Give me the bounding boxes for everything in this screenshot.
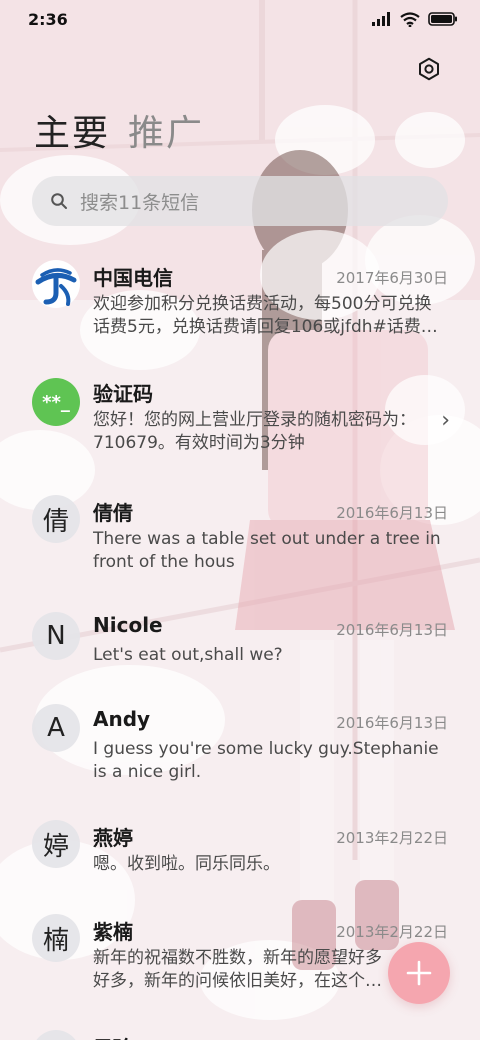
battery-icon: [428, 12, 457, 26]
avatar: 楠: [32, 914, 80, 962]
avatar: [32, 260, 80, 308]
tab-bar: 主要 推广: [34, 104, 204, 156]
conversation-preview: Let's eat out,shall we?: [93, 645, 283, 665]
avatar: [32, 1030, 80, 1040]
status-time: 2:36: [28, 9, 68, 29]
avatar: 倩: [32, 495, 80, 543]
avatar: 婷: [32, 820, 80, 868]
conversation-date: 2013年2月22日: [336, 829, 448, 847]
verification-avatar: **_: [32, 378, 80, 426]
telecom-logo-icon: [33, 261, 79, 307]
conversation-date: 2016年6月13日: [336, 621, 448, 639]
tab-primary[interactable]: 主要: [34, 104, 110, 156]
conversation-item[interactable]: N Nicole 2016年6月13日 Let's eat out,shall …: [0, 602, 480, 702]
avatar: A: [32, 704, 80, 752]
status-icons: [372, 11, 458, 27]
settings-button[interactable]: [414, 54, 444, 84]
conversation-item[interactable]: 中国电信 2017年6月30日 欢迎参加积分兑换话费活动，每500分可兑换话费5…: [0, 252, 480, 362]
conversation-preview: 嗯。收到啦。同乐同乐。: [93, 854, 280, 874]
conversation-name: Andy: [93, 707, 151, 731]
search-icon: [51, 193, 67, 209]
conversation-preview: 您好！您的网上营业厅登录的随机密码为：710679。有效时间为3分钟: [93, 410, 416, 453]
wifi-icon: [400, 11, 420, 27]
conversation-preview: 欢迎参加积分兑换话费活动，每500分可兑换话费5元，兑换话费请回复106或jfd…: [93, 294, 438, 337]
conversation-date: 2017年6月30日: [336, 269, 448, 287]
conversation-item[interactable]: 婷 燕婷 2013年2月22日 嗯。收到啦。同乐同乐。: [0, 810, 480, 910]
conversation-name: 中国电信: [93, 266, 173, 290]
conversation-date: 2013年2月22日: [336, 923, 448, 941]
conversation-preview: 新年的祝福数不胜数，新年的愿望好多好多，新年的问候依旧美好，在这个温馨的时: [93, 948, 382, 991]
search-input[interactable]: 搜索11条短信: [32, 176, 448, 226]
conversation-date: 2016年6月13日: [336, 714, 448, 732]
conversation-name: 燕婷: [93, 826, 133, 850]
settings-icon: [419, 57, 439, 81]
chevron-right-icon[interactable]: ›: [441, 408, 450, 433]
conversation-item[interactable]: **_ 验证码 您好！您的网上营业厅登录的随机密码为：710679。有效时间为3…: [0, 368, 480, 478]
plus-icon: [406, 960, 432, 986]
new-message-button[interactable]: [388, 942, 450, 1004]
conversation-name: 紫楠: [93, 920, 133, 944]
conversation-date: 2016年6月13日: [336, 504, 448, 522]
conversation-name: 倩倩: [93, 501, 133, 525]
status-bar: 2:36: [0, 0, 480, 38]
signal-icon: [372, 12, 390, 26]
conversation-preview: There was a table set out under a tree i…: [93, 529, 441, 572]
conversation-item[interactable]: A Andy 2016年6月13日 I guess you're some lu…: [0, 695, 480, 805]
search-placeholder: 搜索11条短信: [80, 191, 200, 214]
conversation-item[interactable]: 子玲: [0, 1020, 480, 1040]
avatar: N: [32, 612, 80, 660]
conversation-name: Nicole: [93, 613, 163, 637]
conversation-name: 验证码: [93, 382, 153, 406]
conversation-preview: I guess you're some lucky guy.Stephanie …: [93, 739, 439, 782]
conversation-name: 子玲: [93, 1032, 133, 1040]
tab-promotions[interactable]: 推广: [128, 104, 204, 156]
conversation-item[interactable]: 倩 倩倩 2016年6月13日 There was a table set ou…: [0, 485, 480, 595]
